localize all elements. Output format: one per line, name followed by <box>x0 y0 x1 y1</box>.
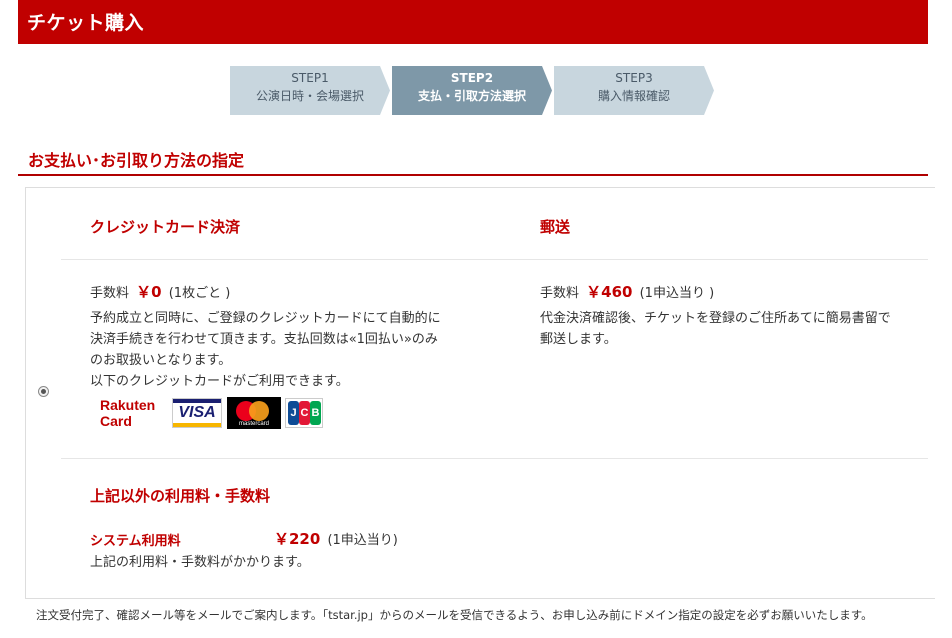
system-fee-label: システム利用料 <box>90 534 181 549</box>
section-title: お支払い･お引取り方法の指定 <box>28 151 245 170</box>
visa-logo-text: VISA <box>178 404 216 421</box>
other-fees-title: 上記以外の利用料・手数料 <box>90 487 271 505</box>
row-divider <box>61 259 928 260</box>
delivery-fee-unit: (1申込当り ) <box>639 286 715 301</box>
section-divider <box>18 174 928 176</box>
rakuten-card-logo: Rakuten Card <box>100 397 164 429</box>
payment-fee: 手数料 ￥0 (1枚ごと ) <box>90 281 230 302</box>
payment-description: 予約成立と同時に、ご登録のクレジットカードにて自動的に 決済手続きを行わせて頂き… <box>90 308 490 392</box>
system-fee-unit: (1申込当り) <box>327 533 398 548</box>
step-1-label: 公演日時・会場選択 <box>255 89 364 103</box>
jcb-logo-j: J <box>288 401 299 425</box>
delivery-desc-line-2: 郵送します。 <box>540 332 617 347</box>
payment-fee-label: 手数料 <box>90 286 130 301</box>
step-1-number: STEP1 <box>291 71 329 85</box>
payment-option-radio[interactable] <box>38 386 49 397</box>
step-3: STEP3 購入情報確認 <box>554 66 714 115</box>
visa-logo: VISA <box>172 398 222 428</box>
jcb-logo-b: B <box>310 401 321 425</box>
step-2-current: STEP2 支払・引取方法選択 <box>392 66 552 115</box>
delivery-fee-amount: ￥460 <box>586 283 633 301</box>
system-fee: ￥220 (1申込当り) <box>274 528 398 549</box>
step-3-number: STEP3 <box>615 71 653 85</box>
payment-desc-line-3: のお取扱いとなります。 <box>90 353 232 368</box>
step-2-label: 支払・引取方法選択 <box>417 89 526 103</box>
system-fee-amount: ￥220 <box>274 530 321 548</box>
rakuten-logo-text: Rakuten <box>100 397 156 413</box>
page-title: チケット購入 <box>27 12 145 34</box>
payment-fee-amount: ￥0 <box>136 283 162 301</box>
step-progress: STEP1 公演日時・会場選択 STEP2 支払・引取方法選択 STEP3 購入… <box>230 66 720 116</box>
mastercard-logo: mastercard <box>227 397 281 429</box>
payment-desc-line-2: 決済手続きを行わせて頂きます。支払回数は«1回払い»のみ <box>90 332 438 347</box>
row-divider <box>61 458 928 459</box>
payment-desc-line-4: 以下のクレジットカードがご利用できます。 <box>90 374 349 389</box>
delivery-fee: 手数料 ￥460 (1申込当り ) <box>540 281 714 302</box>
payment-fee-unit: (1枚ごと ) <box>168 286 231 301</box>
delivery-description: 代金決済確認後、チケットを登録のご住所あてに簡易書留で 郵送します。 <box>540 308 930 350</box>
delivery-fee-label: 手数料 <box>540 286 580 301</box>
delivery-method-title: 郵送 <box>540 218 571 236</box>
jcb-logo-c: C <box>299 401 310 425</box>
delivery-desc-line-1: 代金決済確認後、チケットを登録のご住所あてに簡易書留で <box>540 311 891 326</box>
page-header: チケット購入 <box>18 0 928 44</box>
payment-desc-line-1: 予約成立と同時に、ご登録のクレジットカードにて自動的に <box>90 311 441 326</box>
email-notice: 注文受付完了、確認メール等をメールでご案内します。「tstar.jp」からのメー… <box>36 608 873 622</box>
other-fees-description: 上記の利用料・手数料がかかります。 <box>90 555 310 570</box>
rakuten-logo-card-text: Card <box>100 413 132 429</box>
jcb-logo: J C B <box>285 398 323 428</box>
step-2-number: STEP2 <box>450 71 494 85</box>
step-1: STEP1 公演日時・会場選択 <box>230 66 390 115</box>
step-3-label: 購入情報確認 <box>597 89 670 103</box>
payment-method-title: クレジットカード決済 <box>90 218 241 236</box>
mastercard-logo-text: mastercard <box>238 421 269 427</box>
